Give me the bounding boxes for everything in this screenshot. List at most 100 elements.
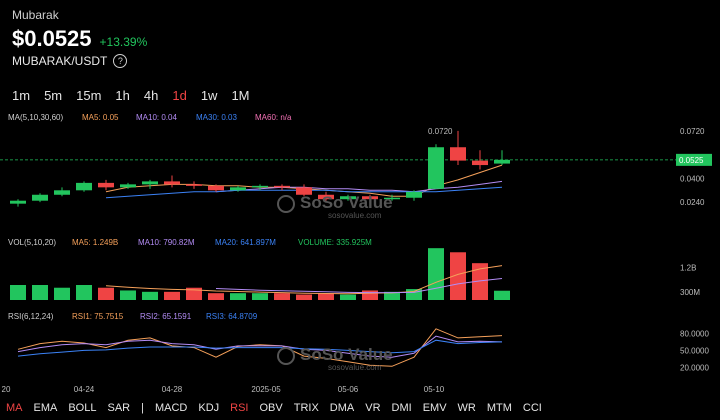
volume-bar (362, 290, 378, 300)
watermark-logo-icon (277, 347, 295, 365)
volume-bar (318, 293, 334, 300)
candle-body (274, 185, 290, 188)
rsi-axis-label: 20.0000 (680, 363, 709, 372)
timeframe-15m[interactable]: 15m (76, 88, 101, 103)
volume-bar (296, 294, 312, 300)
indicator-boll[interactable]: BOLL (68, 402, 96, 414)
volume-bar (494, 290, 510, 300)
vol-legend-item: MA5: 1.249B (72, 238, 118, 247)
indicator-ma[interactable]: MA (6, 402, 23, 414)
price-row: $0.0525 +13.39% (12, 26, 147, 52)
candle-body (54, 190, 70, 195)
candle-body (164, 181, 180, 185)
trading-pair: MUBARAK/USDT (12, 54, 108, 68)
rsi-legend-title: RSI(6,12,24) (8, 312, 54, 321)
timeframe-4h[interactable]: 4h (144, 88, 158, 103)
max-price-label: 0.0720 (428, 127, 453, 136)
price-axis-label: 0.0240 (680, 198, 705, 207)
indicator-separator: | (141, 402, 144, 414)
indicator-bar: MA EMA BOLL SAR | MACD KDJ RSI OBV TRIX DMA VR DMI EM… (0, 402, 720, 414)
watermark-brand: SoSo Value (300, 345, 393, 364)
candle-body (142, 181, 158, 185)
indicator-trix[interactable]: TRIX (294, 402, 319, 414)
x-axis-label: 04-28 (162, 385, 183, 394)
candle-body (10, 200, 26, 204)
volume-bar (208, 293, 224, 300)
current-price: $0.0525 (12, 26, 92, 51)
app-root: Mubarak $0.0525 +13.39% MUBARAK/USDT ? 1… (0, 0, 720, 420)
ma-legend-item: MA60: n/a (255, 113, 292, 122)
vol-axis-label: 300M (680, 288, 700, 297)
volume-bar (406, 289, 422, 300)
watermark-brand: SoSo Value (300, 193, 393, 212)
candle-body (428, 147, 444, 189)
volume-bar (164, 291, 180, 300)
vol-legend-item: VOLUME: 335.925M (298, 238, 372, 247)
indicator-cci[interactable]: CCI (523, 402, 542, 414)
candle-body (76, 182, 92, 191)
volume-bar (252, 293, 268, 300)
candle-body (186, 184, 202, 186)
price-axis-label: 0.0400 (680, 174, 705, 183)
indicator-kdj[interactable]: KDJ (198, 402, 219, 414)
candle-body (98, 182, 114, 188)
token-name: Mubarak (12, 8, 59, 22)
rsi-legend-item: RSI3: 64.8709 (206, 312, 258, 321)
indicator-sar[interactable]: SAR (107, 402, 130, 414)
rsi-axis-label: 80.0000 (680, 329, 709, 338)
x-axis-label: 2025-05 (251, 385, 281, 394)
timeframe-bar: 1m 5m 15m 1h 4h 1d 1w 1M (12, 88, 250, 103)
ma-legend-item: MA5: 0.05 (82, 113, 119, 122)
volume-bar (340, 294, 356, 300)
volume-bar (230, 293, 246, 300)
candle-body (120, 184, 136, 188)
x-axis-label: 04-24 (74, 385, 95, 394)
current-price-tag-label: 0.0525 (679, 156, 704, 165)
indicator-ema[interactable]: EMA (34, 402, 58, 414)
indicator-macd[interactable]: MACD (155, 402, 187, 414)
timeframe-1d[interactable]: 1d (172, 88, 186, 103)
indicator-obv[interactable]: OBV (259, 402, 282, 414)
x-axis-label: 20 (2, 385, 11, 394)
x-axis-label: 05-10 (424, 385, 445, 394)
vol-axis-label: 1.2B (680, 263, 696, 272)
candle-body (252, 185, 268, 188)
timeframe-1w[interactable]: 1w (201, 88, 218, 103)
watermark-logo-icon (277, 195, 295, 213)
indicator-wr[interactable]: WR (458, 402, 476, 414)
info-icon[interactable]: ? (113, 54, 128, 68)
ma-legend-item: MA10: 0.04 (136, 113, 177, 122)
x-axis-label: 05-06 (338, 385, 359, 394)
candle-body (494, 159, 510, 164)
volume-bar (76, 285, 92, 300)
vol-legend-item: MA10: 790.82M (138, 238, 195, 247)
volume-bar (98, 287, 114, 300)
candle-body (230, 187, 246, 191)
timeframe-1M[interactable]: 1M (231, 88, 249, 103)
price-change: +13.39% (99, 35, 148, 49)
indicator-vr[interactable]: VR (365, 402, 380, 414)
volume-bar (32, 285, 48, 300)
timeframe-1m[interactable]: 1m (12, 88, 30, 103)
rsi-line-rsi3 (17, 339, 503, 357)
candle-body (450, 147, 466, 161)
indicator-dma[interactable]: DMA (330, 402, 354, 414)
candle-body (472, 160, 488, 166)
token-header: Mubarak (12, 8, 59, 22)
timeframe-5m[interactable]: 5m (44, 88, 62, 103)
price-axis-label: 0.0720 (680, 127, 705, 136)
ma-legend-title: MA(5,10,30,60) (8, 113, 63, 122)
indicator-dmi[interactable]: DMI (392, 402, 412, 414)
indicator-emv[interactable]: EMV (423, 402, 447, 414)
watermark-url: sosovalue.com (328, 363, 382, 372)
price-chart[interactable]: MA(5,10,30,60) MA5: 0.05 MA10: 0.04 MA30: 0… (0, 110, 720, 402)
vol-legend-item: MA20: 641.897M (215, 238, 276, 247)
watermark-url: sosovalue.com (328, 211, 382, 220)
vol-legend-title: VOL(5,10,20) (8, 238, 56, 247)
timeframe-1h[interactable]: 1h (115, 88, 129, 103)
candle-body (406, 191, 422, 198)
indicator-mtm[interactable]: MTM (487, 402, 512, 414)
rsi-axis-label: 50.0000 (680, 346, 709, 355)
rsi-legend-item: RSI2: 65.1591 (140, 312, 192, 321)
indicator-rsi[interactable]: RSI (230, 402, 248, 414)
